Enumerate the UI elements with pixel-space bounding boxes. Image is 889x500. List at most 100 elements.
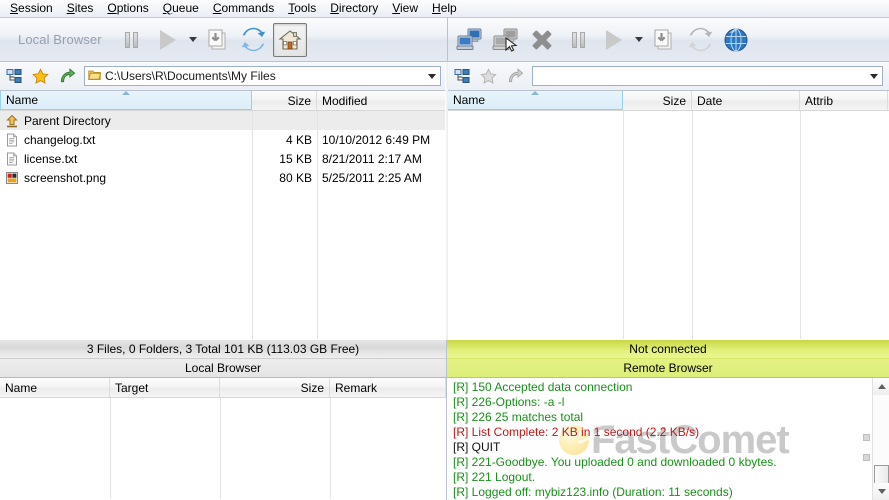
- column-gridline: [317, 111, 318, 339]
- menu-item-sites[interactable]: Sites: [60, 0, 101, 17]
- remote-play-dropdown[interactable]: [632, 23, 646, 57]
- column-header-label: Size: [663, 94, 686, 108]
- remote-column-name[interactable]: Name: [447, 91, 623, 110]
- remote-transfer-button[interactable]: [647, 23, 681, 57]
- menu-item-tools[interactable]: Tools: [281, 0, 323, 17]
- remote-stop-button[interactable]: [525, 23, 559, 57]
- queue-column-target[interactable]: Target: [110, 378, 220, 397]
- menu-mnemonic: O: [107, 1, 116, 15]
- local-play-dropdown[interactable]: [186, 23, 200, 57]
- play-icon: [606, 30, 622, 50]
- menu-mnemonic: S: [67, 1, 75, 15]
- menu-item-options[interactable]: Options: [100, 0, 155, 17]
- chevron-down-icon[interactable]: [870, 74, 878, 79]
- remote-column-header: Name Size Date Attrib: [447, 91, 889, 111]
- column-header-label: Name: [453, 93, 485, 107]
- remote-play-button[interactable]: [597, 23, 631, 57]
- local-refresh-button[interactable]: [237, 23, 271, 57]
- menu-label: ommands: [222, 1, 275, 15]
- remote-toolbar: [447, 18, 889, 62]
- local-file-cell-size: 80 KB: [252, 171, 317, 185]
- menu-item-queue[interactable]: Queue: [156, 0, 206, 17]
- log-line: [R] 221 Logout.: [447, 470, 889, 485]
- image-file-icon: [5, 171, 19, 185]
- remote-globe-button[interactable]: [719, 23, 753, 57]
- menu-mnemonic: D: [330, 1, 339, 15]
- cell-text: changelog.txt: [24, 133, 95, 147]
- local-status-summary: 3 Files, 0 Folders, 3 Total 101 KB (113.…: [0, 340, 446, 359]
- local-file-list[interactable]: Parent Directorychangelog.txt4 KB10/10/2…: [0, 111, 446, 339]
- remote-disconnect-button[interactable]: [489, 23, 523, 57]
- menu-bar: SessionSitesOptionsQueueCommandsToolsDir…: [0, 0, 889, 18]
- log-lines: [R] 150 Accepted data connection[R] 226-…: [447, 378, 889, 500]
- favorite-star-icon: [476, 64, 500, 88]
- local-file-row[interactable]: Parent Directory: [0, 111, 446, 130]
- menu-mnemonic: C: [213, 1, 222, 15]
- column-header-label: Attrib: [805, 94, 833, 108]
- local-file-row[interactable]: license.txt15 KB8/21/2011 2:17 AM: [0, 149, 446, 168]
- remote-pause-button[interactable]: [561, 23, 595, 57]
- local-column-name[interactable]: Name: [0, 91, 252, 110]
- local-status-bar: 3 Files, 0 Folders, 3 Total 101 KB (113.…: [0, 340, 447, 378]
- remote-path-input[interactable]: [532, 66, 883, 86]
- menu-label: iew: [400, 1, 418, 15]
- up-arrow-icon: [502, 64, 526, 88]
- text-file-icon: [5, 133, 19, 147]
- remote-connect-button[interactable]: [453, 23, 487, 57]
- queue-column-name[interactable]: Name: [0, 378, 110, 397]
- remote-refresh-button[interactable]: [683, 23, 717, 57]
- column-header-label: Size: [301, 381, 324, 395]
- chevron-down-icon[interactable]: [428, 74, 436, 79]
- log-panel[interactable]: FastComet [R] 150 Accepted data connecti…: [447, 378, 889, 500]
- remote-connection-status: Not connected: [447, 340, 889, 359]
- up-arrow-icon[interactable]: [54, 64, 78, 88]
- remote-column-date[interactable]: Date: [692, 91, 800, 110]
- local-file-cell-name: changelog.txt: [0, 133, 252, 147]
- queue-column-size[interactable]: Size: [220, 378, 330, 397]
- queue-column-remark[interactable]: Remark: [330, 378, 446, 397]
- menu-item-session[interactable]: Session: [3, 0, 60, 17]
- column-gridline: [330, 398, 331, 499]
- pane-splitter[interactable]: [445, 62, 448, 378]
- local-file-row[interactable]: changelog.txt4 KB10/10/2012 6:49 PM: [0, 130, 446, 149]
- connect-computers-icon: [456, 27, 484, 53]
- menu-item-help[interactable]: Help: [425, 0, 464, 17]
- local-address-bar: C:\Users\R\Documents\My Files: [0, 62, 447, 91]
- remote-column-attrib[interactable]: Attrib: [800, 91, 888, 110]
- cell-text: 8/21/2011 2:17 AM: [322, 152, 422, 166]
- local-file-cell-name: screenshot.png: [0, 171, 252, 185]
- local-home-button[interactable]: [273, 23, 307, 57]
- local-column-size[interactable]: Size: [252, 91, 317, 110]
- column-header-label: Modified: [322, 94, 367, 108]
- local-file-cell-name: license.txt: [0, 152, 252, 166]
- refresh-icon: [240, 26, 267, 53]
- menu-item-directory[interactable]: Directory: [323, 0, 385, 17]
- local-file-cell-modified: 5/25/2011 2:25 AM: [317, 171, 446, 185]
- column-header-label: Name: [6, 93, 38, 107]
- menu-label: elp: [441, 1, 457, 15]
- menu-label: ession: [18, 1, 53, 15]
- local-column-modified[interactable]: Modified: [317, 91, 446, 110]
- local-play-button[interactable]: [151, 23, 185, 57]
- cell-text: 80 KB: [279, 171, 312, 185]
- local-transfer-button[interactable]: [201, 23, 235, 57]
- remote-column-size[interactable]: Size: [623, 91, 692, 110]
- local-file-row[interactable]: screenshot.png 80 KB 5/25/2011 2:25 AM: [0, 168, 446, 187]
- local-path-input[interactable]: C:\Users\R\Documents\My Files: [84, 66, 441, 86]
- column-header-label: Name: [5, 381, 37, 395]
- local-pause-button[interactable]: [115, 23, 149, 57]
- tree-view-icon[interactable]: [2, 64, 26, 88]
- menu-label: irectory: [339, 1, 378, 15]
- toolbar-row: Local Browser: [0, 18, 889, 62]
- menu-item-view[interactable]: View: [385, 0, 425, 17]
- parent-folder-icon: [5, 114, 19, 128]
- refresh-icon: [687, 26, 714, 53]
- column-gridline: [220, 398, 221, 499]
- tree-view-icon[interactable]: [450, 64, 474, 88]
- log-line: [R] List Complete: 2 KB in 1 second (2.2…: [447, 425, 889, 440]
- favorite-star-icon[interactable]: [28, 64, 52, 88]
- menu-item-commands[interactable]: Commands: [206, 0, 281, 17]
- queue-list[interactable]: [0, 398, 446, 499]
- remote-file-list[interactable]: [447, 111, 889, 339]
- chevron-down-icon: [635, 37, 643, 42]
